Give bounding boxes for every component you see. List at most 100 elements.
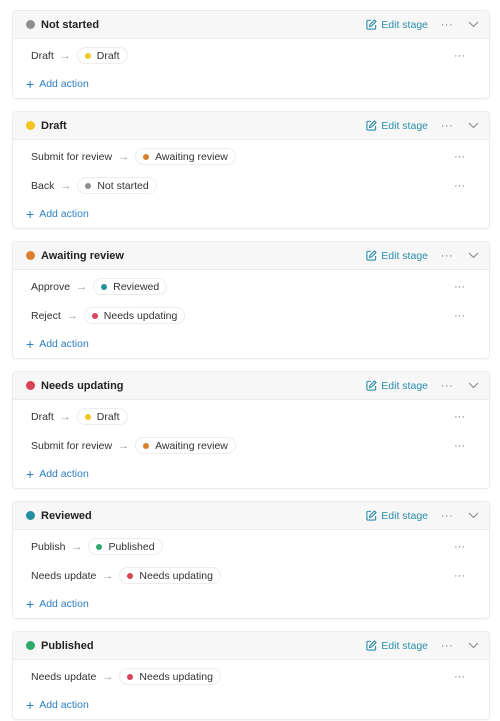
stage-more-icon[interactable]: ··· xyxy=(440,510,454,521)
add-action-button[interactable]: + Add action xyxy=(13,691,489,719)
edit-stage-label: Edit stage xyxy=(381,18,428,31)
stage-actions: Submit for review → Awaiting review ··· … xyxy=(13,140,489,200)
plus-icon: + xyxy=(26,336,35,352)
action-more-icon[interactable]: ··· xyxy=(454,411,465,423)
action-more-icon[interactable]: ··· xyxy=(454,671,465,683)
target-stage-label: Needs updating xyxy=(103,309,178,322)
target-stage-dot xyxy=(96,543,103,550)
edit-stage-button[interactable]: Edit stage xyxy=(366,380,428,392)
target-stage-label: Needs updating xyxy=(139,670,213,683)
target-stage-dot xyxy=(85,182,92,189)
add-action-button[interactable]: + Add action xyxy=(13,460,489,488)
stage-more-icon[interactable]: ··· xyxy=(440,380,454,391)
target-stage-pill: Needs updating xyxy=(83,307,186,324)
action-label: Submit for review xyxy=(31,439,113,452)
stage-header[interactable]: Needs updating Edit stage ··· xyxy=(13,372,489,400)
target-stage-dot xyxy=(84,413,91,420)
edit-stage-label: Edit stage xyxy=(381,379,428,392)
stage-color-dot xyxy=(26,20,35,29)
stage-color-dot xyxy=(26,251,35,260)
stage-card: Awaiting review Edit stage ··· Approve →… xyxy=(12,241,490,359)
action-row[interactable]: Publish → Published ··· xyxy=(13,532,489,561)
target-stage-label: Awaiting review xyxy=(155,150,228,163)
action-label: Draft xyxy=(31,410,54,423)
stage-header[interactable]: Draft Edit stage ··· xyxy=(13,112,489,140)
stage-header[interactable]: Reviewed Edit stage ··· xyxy=(13,502,489,530)
stage-header[interactable]: Published Edit stage ··· xyxy=(13,632,489,660)
add-action-label: Add action xyxy=(39,78,89,90)
action-row[interactable]: Needs update → Needs updating ··· xyxy=(13,561,489,590)
edit-icon xyxy=(366,250,378,261)
edit-stage-button[interactable]: Edit stage xyxy=(366,19,428,31)
target-stage-dot xyxy=(91,312,98,319)
arrow-right-icon: → xyxy=(66,309,78,322)
stage-color-dot xyxy=(26,381,35,390)
arrow-right-icon: → xyxy=(118,150,130,163)
plus-icon: + xyxy=(26,697,35,713)
stage-more-icon[interactable]: ··· xyxy=(440,250,454,261)
action-more-icon[interactable]: ··· xyxy=(454,541,465,553)
chevron-down-icon[interactable] xyxy=(468,122,479,129)
action-row[interactable]: Submit for review → Awaiting review ··· xyxy=(13,142,489,171)
action-row[interactable]: Draft → Draft ··· xyxy=(13,41,489,70)
action-row[interactable]: Needs update → Needs updating ··· xyxy=(13,662,489,691)
target-stage-dot xyxy=(127,572,134,579)
add-action-button[interactable]: + Add action xyxy=(13,330,489,358)
stage-title: Published xyxy=(41,639,94,652)
stage-more-icon[interactable]: ··· xyxy=(440,640,454,651)
add-action-label: Add action xyxy=(39,338,89,350)
chevron-down-icon[interactable] xyxy=(468,252,479,259)
action-row[interactable]: Submit for review → Awaiting review ··· xyxy=(13,431,489,460)
chevron-down-icon[interactable] xyxy=(468,21,479,28)
add-action-button[interactable]: + Add action xyxy=(13,590,489,618)
edit-icon xyxy=(366,380,378,391)
target-stage-label: Needs updating xyxy=(139,569,213,582)
stage-color-dot xyxy=(26,511,35,520)
stage-more-icon[interactable]: ··· xyxy=(440,19,454,30)
stage-header[interactable]: Not started Edit stage ··· xyxy=(13,11,489,39)
action-row[interactable]: Draft → Draft ··· xyxy=(13,402,489,431)
arrow-right-icon: → xyxy=(59,49,71,62)
action-more-icon[interactable]: ··· xyxy=(454,151,465,163)
stage-color-dot xyxy=(26,641,35,650)
action-more-icon[interactable]: ··· xyxy=(454,281,465,293)
add-action-label: Add action xyxy=(39,699,89,711)
add-action-button[interactable]: + Add action xyxy=(13,70,489,98)
edit-stage-button[interactable]: Edit stage xyxy=(366,250,428,262)
target-stage-dot xyxy=(127,673,134,680)
stage-card: Published Edit stage ··· Needs update → … xyxy=(12,631,490,720)
edit-stage-button[interactable]: Edit stage xyxy=(366,510,428,522)
stage-header[interactable]: Awaiting review Edit stage ··· xyxy=(13,242,489,270)
target-stage-pill: Not started xyxy=(77,177,157,194)
stage-more-icon[interactable]: ··· xyxy=(440,120,454,131)
edit-icon xyxy=(366,510,378,521)
action-more-icon[interactable]: ··· xyxy=(454,570,465,582)
target-stage-pill: Awaiting review xyxy=(135,437,236,454)
stage-card: Needs updating Edit stage ··· Draft → Dr… xyxy=(12,371,490,489)
action-more-icon[interactable]: ··· xyxy=(454,310,465,322)
arrow-right-icon: → xyxy=(60,179,72,192)
edit-icon xyxy=(366,120,378,131)
arrow-right-icon: → xyxy=(118,439,130,452)
chevron-down-icon[interactable] xyxy=(468,382,479,389)
stage-card: Reviewed Edit stage ··· Publish → Publis… xyxy=(12,501,490,619)
edit-stage-button[interactable]: Edit stage xyxy=(366,640,428,652)
add-action-button[interactable]: + Add action xyxy=(13,200,489,228)
action-row[interactable]: Reject → Needs updating ··· xyxy=(13,301,489,330)
plus-icon: + xyxy=(26,596,35,612)
action-row[interactable]: Approve → Reviewed ··· xyxy=(13,272,489,301)
target-stage-dot xyxy=(143,442,150,449)
action-more-icon[interactable]: ··· xyxy=(454,440,465,452)
action-label: Reject xyxy=(31,309,61,322)
edit-stage-button[interactable]: Edit stage xyxy=(366,120,428,132)
target-stage-dot xyxy=(143,153,150,160)
add-action-label: Add action xyxy=(39,468,89,480)
chevron-down-icon[interactable] xyxy=(468,642,479,649)
target-stage-label: Published xyxy=(108,540,155,553)
stage-actions: Needs update → Needs updating ··· xyxy=(13,660,489,691)
target-stage-pill: Draft xyxy=(76,47,128,64)
action-more-icon[interactable]: ··· xyxy=(454,50,465,62)
action-row[interactable]: Back → Not started ··· xyxy=(13,171,489,200)
chevron-down-icon[interactable] xyxy=(468,512,479,519)
action-more-icon[interactable]: ··· xyxy=(454,180,465,192)
